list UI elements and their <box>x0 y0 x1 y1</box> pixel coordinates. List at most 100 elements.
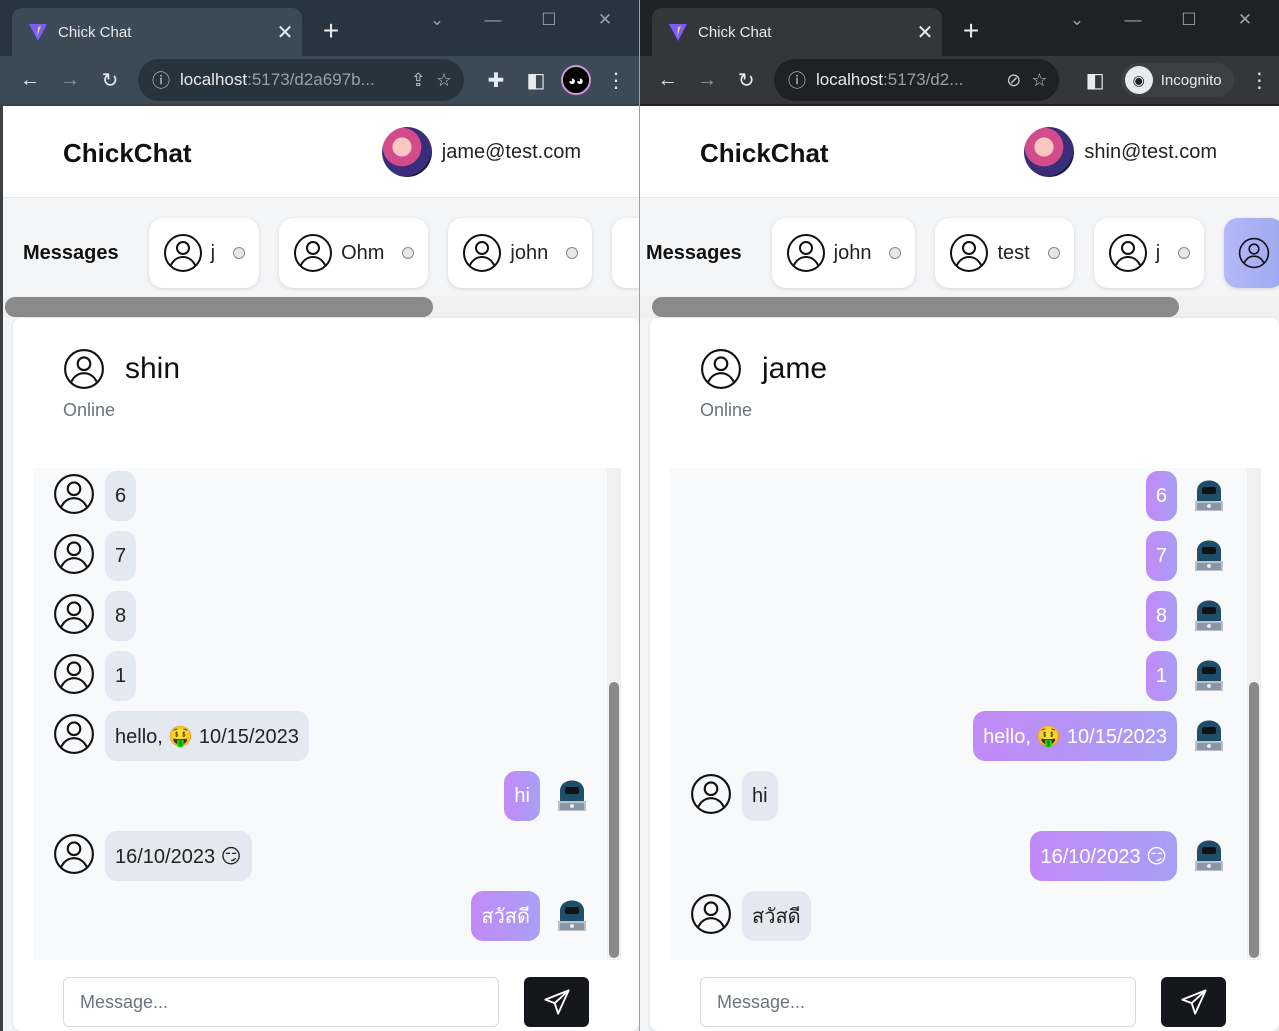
contact-card[interactable]: john <box>771 218 916 288</box>
vite-favicon <box>29 24 47 41</box>
contacts-scrollbar[interactable] <box>640 296 1279 318</box>
menu-icon[interactable]: ⋮ <box>1240 60 1279 100</box>
new-tab-button[interactable]: + <box>956 17 986 45</box>
star-icon[interactable]: ☆ <box>436 70 452 91</box>
tab-search-icon[interactable]: ⌄ <box>411 6 463 34</box>
contacts-title: Messages <box>646 241 742 264</box>
message-input[interactable] <box>63 977 499 1027</box>
message-composer <box>700 977 1226 1027</box>
minimize-icon[interactable]: — <box>467 6 519 34</box>
message-row: สวัสดี <box>670 891 1257 941</box>
back-arrow-icon[interactable]: ← <box>10 60 50 100</box>
avatar <box>1024 127 1075 177</box>
chat-status: Online <box>63 400 116 420</box>
outgoing-message: 16/10/2023 😏 <box>1030 831 1177 881</box>
contact-card[interactable] <box>612 218 639 288</box>
send-button[interactable] <box>1161 977 1226 1027</box>
contact-card[interactable]: Ohm <box>279 218 429 288</box>
extensions-icon[interactable]: ✚ <box>476 60 516 100</box>
browser-tab[interactable]: Chick Chat ✕ <box>652 8 942 56</box>
message-list[interactable]: 6 7 8 1 hello, 🤑 10/15/2023 hi 16/10/2023 😏 สวั… <box>33 468 620 960</box>
back-arrow-icon[interactable]: ← <box>648 60 687 100</box>
messages-scrollbar[interactable] <box>1247 468 1261 960</box>
status-dot <box>889 247 902 259</box>
outgoing-message: สวัสดี <box>471 891 540 941</box>
message-list[interactable]: 6 7 8 1 hello, 🤑 10/15/2023 hi 16/10/2023 😏 สวั… <box>670 468 1257 960</box>
incognito-badge[interactable]: ◉ Incognito <box>1120 63 1234 97</box>
incognito-label: Incognito <box>1160 71 1222 89</box>
user-circle-icon <box>53 473 95 520</box>
user-circle-icon <box>64 349 104 389</box>
contact-card[interactable]: j <box>148 218 260 288</box>
address-bar[interactable]: ⓘ localhost:5173/d2a697b... ⇪ ☆ <box>138 59 464 101</box>
new-tab-button[interactable]: + <box>316 17 346 45</box>
forward-arrow-icon[interactable]: → <box>687 60 726 100</box>
brand-logo[interactable]: ChickChat <box>700 138 829 169</box>
contact-name: john <box>833 241 872 264</box>
incoming-message: 1 <box>105 651 137 701</box>
profile-icon[interactable]: ◕◕ <box>556 60 596 100</box>
forward-arrow-icon[interactable]: → <box>50 60 90 100</box>
chat-status: Online <box>700 400 753 420</box>
contact-card[interactable]: john <box>448 218 593 288</box>
star-icon[interactable]: ☆ <box>1031 70 1047 91</box>
browser-window-right: Chick Chat ✕ + ⌄ — ☐ ✕ ← → ↻ ⓘ localhost… <box>640 0 1279 1031</box>
user-circle-icon <box>690 773 732 820</box>
vite-favicon <box>669 24 687 41</box>
info-icon[interactable]: ⓘ <box>788 67 806 93</box>
reload-icon[interactable]: ↻ <box>90 60 130 100</box>
hacker-avatar-icon <box>1191 711 1227 762</box>
scrollbar-thumb[interactable] <box>652 297 1179 317</box>
message-input[interactable] <box>700 977 1136 1027</box>
message-row: 6 <box>33 471 620 521</box>
tab-search-icon[interactable]: ⌄ <box>1051 6 1103 34</box>
maximize-icon[interactable]: ☐ <box>523 6 575 34</box>
message-row: 16/10/2023 😏 <box>670 831 1257 881</box>
close-window-icon[interactable]: ✕ <box>1219 6 1271 34</box>
incoming-message: 16/10/2023 😏 <box>105 831 252 881</box>
message-composer <box>63 977 589 1027</box>
maximize-icon[interactable]: ☐ <box>1163 6 1215 34</box>
outgoing-message: hi <box>504 771 540 821</box>
share-icon[interactable]: ⇪ <box>411 70 426 91</box>
info-icon[interactable]: ⓘ <box>152 67 170 93</box>
contact-card[interactable]: test <box>935 218 1074 288</box>
user-circle-icon <box>53 833 95 880</box>
close-tab-icon[interactable]: ✕ <box>272 20 298 45</box>
tab-strip: Chick Chat ✕ + ⌄ — ☐ ✕ <box>0 0 639 56</box>
menu-icon[interactable]: ⋮ <box>596 60 636 100</box>
send-button[interactable] <box>524 977 589 1027</box>
user-circle-icon <box>163 234 202 272</box>
message-row: สวัสดี <box>33 891 620 941</box>
contacts-scrollbar[interactable] <box>3 296 639 318</box>
close-tab-icon[interactable]: ✕ <box>912 20 938 45</box>
minimize-icon[interactable]: — <box>1107 6 1159 34</box>
contact-card[interactable]: j <box>1093 218 1205 288</box>
chat-header: jame <box>700 348 827 390</box>
close-window-icon[interactable]: ✕ <box>579 6 631 34</box>
contact-card-active[interactable] <box>1224 218 1279 288</box>
status-dot <box>402 247 415 259</box>
outgoing-message: 1 <box>1145 651 1177 701</box>
sidepanel-icon[interactable]: ◧ <box>1075 60 1114 100</box>
messages-scrollbar[interactable] <box>607 468 621 960</box>
hacker-avatar-icon <box>1191 651 1227 702</box>
url-text: localhost:5173/d2a697b... <box>180 70 375 89</box>
web-page: ChickChat shin@test.com Messages john te… <box>640 106 1279 1031</box>
user-circle-icon <box>463 234 502 272</box>
user-menu[interactable]: shin@test.com <box>1024 127 1217 177</box>
brand-logo[interactable]: ChickChat <box>63 138 192 169</box>
user-menu[interactable]: jame@test.com <box>381 127 581 177</box>
sidepanel-icon[interactable]: ◧ <box>516 60 556 100</box>
incoming-message: สวัสดี <box>742 891 811 941</box>
scrollbar-thumb[interactable] <box>5 297 433 317</box>
address-bar[interactable]: ⓘ localhost:5173/d2... ⊘ ☆ <box>773 59 1060 101</box>
eye-off-icon[interactable]: ⊘ <box>1006 70 1021 91</box>
status-dot <box>1047 247 1060 259</box>
chat-header: shin <box>63 348 180 390</box>
scrollbar-thumb[interactable] <box>609 682 619 958</box>
browser-tab[interactable]: Chick Chat ✕ <box>12 8 302 56</box>
reload-icon[interactable]: ↻ <box>727 60 766 100</box>
scrollbar-thumb[interactable] <box>1249 682 1259 958</box>
chat-partner-name: jame <box>762 352 828 385</box>
